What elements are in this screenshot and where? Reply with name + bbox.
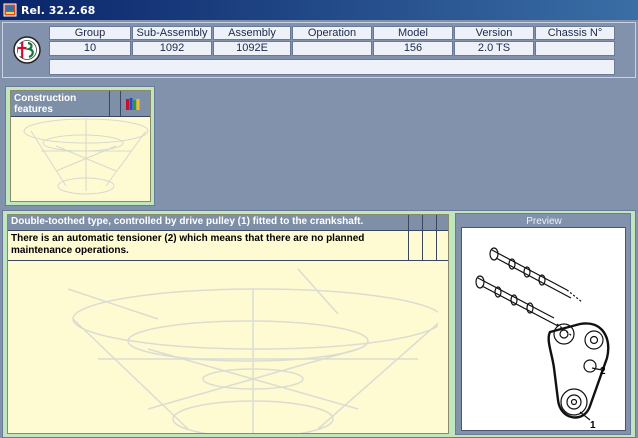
description-side-cells [408, 215, 448, 261]
cell-divider [408, 215, 409, 261]
group-value: 10 [49, 41, 131, 56]
cell-divider [408, 260, 448, 261]
model-value: 156 [373, 41, 453, 56]
cell-divider [120, 91, 121, 117]
construction-features-heading: Construction features [11, 91, 110, 117]
chassis-value [535, 41, 615, 56]
column-header-sub-assembly: Sub-Assembly [132, 26, 212, 40]
preview-label: Preview [526, 216, 562, 227]
callout-1: 1 [590, 420, 596, 431]
sub-assembly-value: 1092 [132, 41, 212, 56]
thumbnail-icon-cell [110, 91, 150, 117]
books-icon[interactable] [126, 98, 140, 110]
thumbnail-canvas: Construction features [10, 90, 151, 202]
version-value: 2.0 TS [454, 41, 534, 56]
watermark-drawing [67, 268, 438, 433]
main-content-panel: Double-toothed type, controlled by drive… [2, 210, 636, 438]
alfa-romeo-logo [13, 36, 41, 64]
timing-belt-diagram: 2 1 [475, 247, 610, 431]
description-body: There is an automatic tensioner (2) whic… [8, 232, 408, 261]
construction-features-thumbnail[interactable]: Construction features [5, 86, 155, 206]
column-header-assembly: Assembly [213, 26, 291, 40]
column-header-group: Group [49, 26, 131, 40]
callout-2: 2 [600, 366, 606, 377]
description-title: Double-toothed type, controlled by drive… [8, 215, 408, 231]
window-title: Rel. 32.2.68 [21, 3, 96, 17]
assembly-value: 1092E [213, 41, 291, 56]
operation-value [292, 41, 372, 56]
column-header-chassis: Chassis N° [535, 26, 615, 40]
column-header-version: Version [454, 26, 534, 40]
description-area: Double-toothed type, controlled by drive… [7, 214, 449, 434]
preview-panel[interactable]: Preview 2 1 [455, 213, 631, 435]
cell-divider [436, 215, 437, 261]
timing-belt-preview-image[interactable]: 2 1 [461, 227, 626, 431]
header-panel: Group Sub-Assembly Assembly Operation Mo… [2, 22, 636, 78]
column-header-operation: Operation [292, 26, 372, 40]
title-bar: Rel. 32.2.68 [0, 0, 638, 20]
notes-bar [49, 59, 615, 75]
cell-divider [422, 215, 423, 261]
side-cell-header [408, 215, 448, 231]
app-icon [3, 3, 17, 17]
column-header-model: Model [373, 26, 453, 40]
